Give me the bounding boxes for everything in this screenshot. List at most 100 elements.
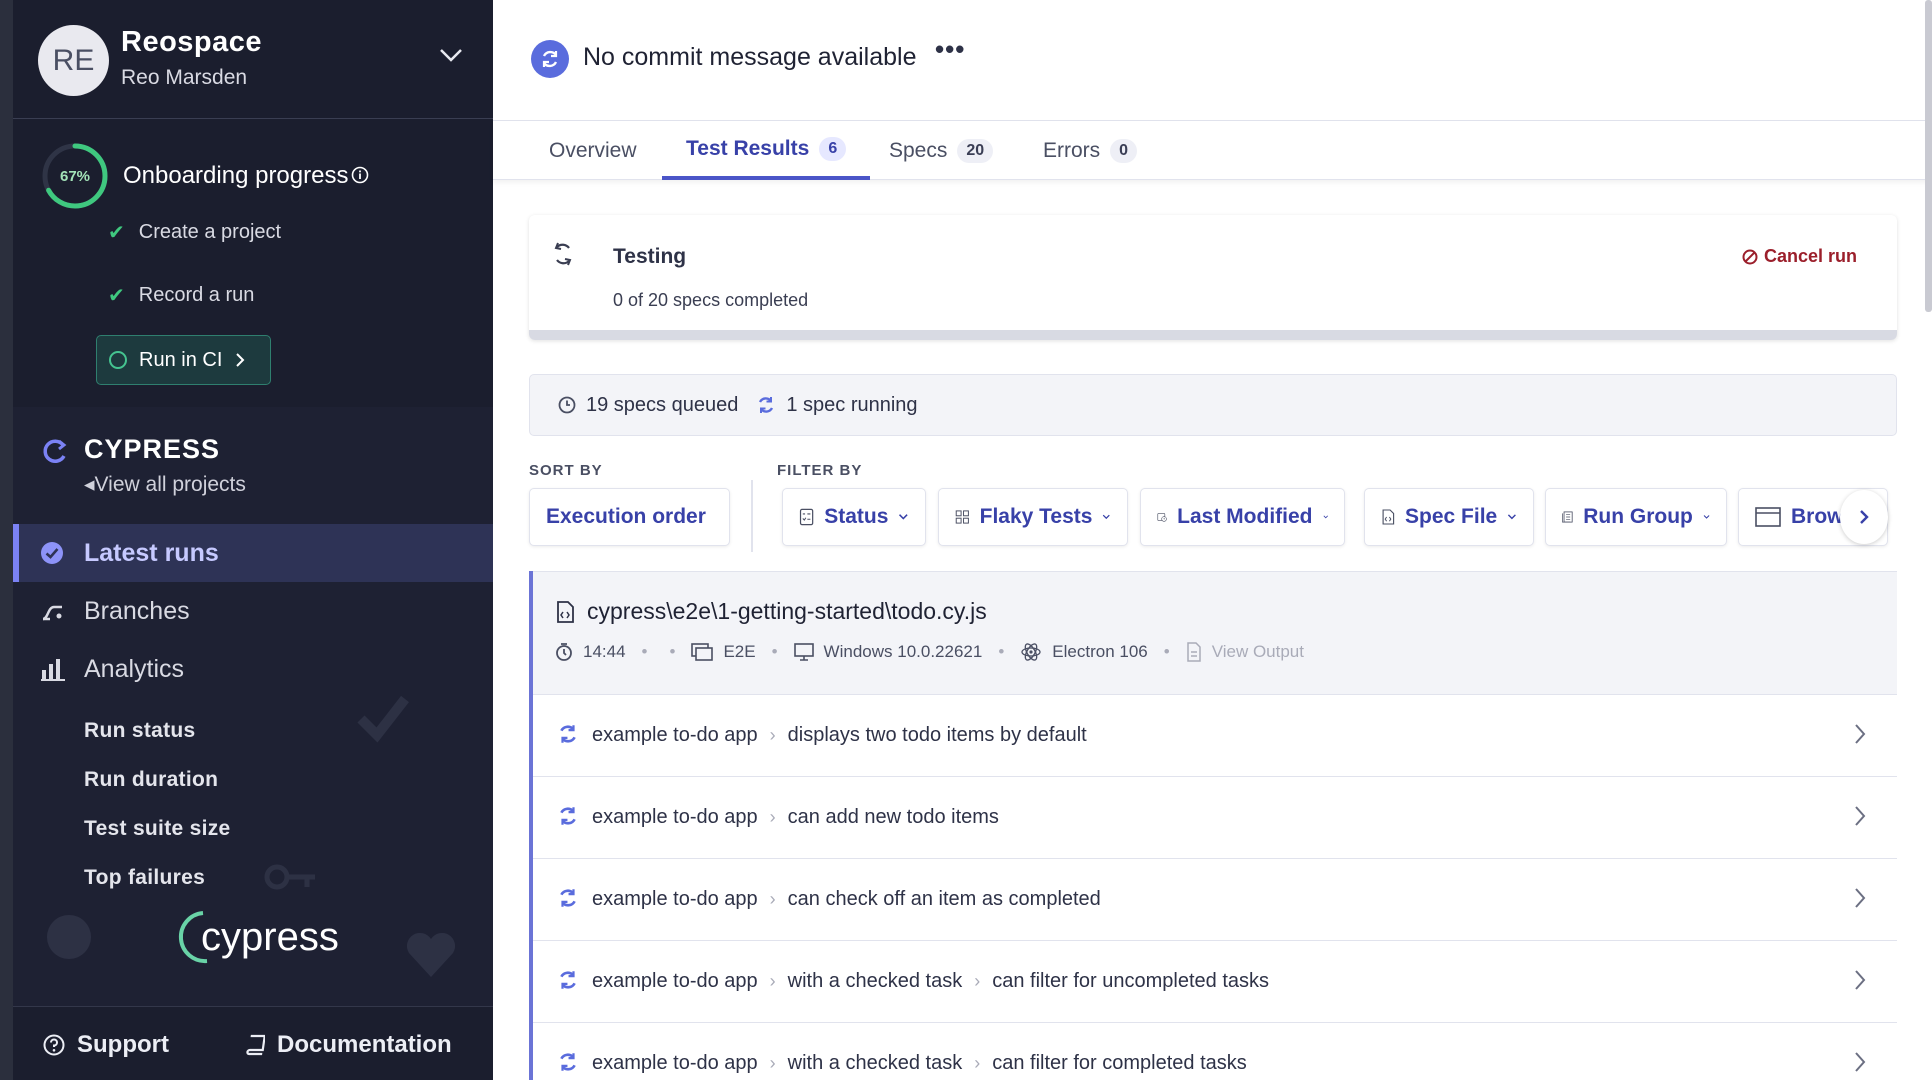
nav-run-status[interactable]: Run status bbox=[84, 719, 196, 743]
filter-run-group[interactable]: Run Group bbox=[1545, 488, 1727, 546]
run-group-icon bbox=[1562, 511, 1573, 523]
clock-icon bbox=[558, 396, 576, 414]
view-output-link[interactable]: View Output bbox=[1212, 642, 1304, 662]
filter-divider bbox=[751, 480, 753, 552]
branch-icon bbox=[42, 605, 62, 621]
test-suite-name: example to-do app bbox=[592, 888, 758, 910]
chevron-right-icon[interactable] bbox=[1853, 886, 1867, 910]
status-progress-band bbox=[529, 330, 1897, 340]
cancel-run-button[interactable]: Cancel run bbox=[1742, 246, 1857, 267]
nav-branches[interactable]: Branches bbox=[13, 582, 493, 640]
circle-icon bbox=[109, 351, 127, 369]
documentation-label: Documentation bbox=[277, 1031, 452, 1058]
test-row[interactable]: example to-do app › with a checked task … bbox=[533, 1023, 1897, 1080]
chevron-right-icon[interactable] bbox=[1853, 1050, 1867, 1074]
tab-overview[interactable]: Overview bbox=[525, 121, 661, 180]
info-icon[interactable] bbox=[351, 166, 369, 184]
spec-group: cypress\e2e\1-getting-started\todo.cy.js… bbox=[529, 571, 1897, 1080]
nav-run-duration[interactable]: Run duration bbox=[84, 768, 218, 792]
specs-running: 1 spec running bbox=[756, 394, 918, 417]
status-filter-icon bbox=[799, 508, 814, 526]
run-tabs: Overview Test Results 6 Specs 20 Errors … bbox=[493, 121, 1932, 180]
chevron-down-icon bbox=[899, 514, 909, 520]
meta-separator: • bbox=[669, 642, 676, 661]
more-options-button[interactable]: ••• bbox=[935, 34, 965, 65]
filters-scroll-right-button[interactable] bbox=[1840, 490, 1888, 544]
chevron-right-icon: › bbox=[769, 889, 776, 909]
test-breadcrumb: example to-do app › can check off an ite… bbox=[592, 888, 1101, 911]
key-decoration-icon bbox=[264, 864, 315, 890]
heart-decoration-icon bbox=[406, 932, 456, 977]
flaky-icon bbox=[955, 510, 969, 524]
filter-status[interactable]: Status bbox=[782, 488, 926, 546]
test-row[interactable]: example to-do app › with a checked task … bbox=[533, 941, 1897, 1023]
caret-left-icon: ◂ bbox=[84, 473, 95, 496]
spec-browser: Electron 106 bbox=[1052, 642, 1148, 661]
chevron-right-icon[interactable] bbox=[1853, 968, 1867, 992]
meta-separator: • bbox=[771, 642, 778, 661]
progress-percent: 67% bbox=[59, 167, 91, 185]
test-row[interactable]: example to-do app › can add new todo ite… bbox=[533, 777, 1897, 859]
chevron-right-icon: › bbox=[769, 725, 776, 745]
org-name: Reospace bbox=[121, 26, 263, 58]
test-row[interactable]: example to-do app › can check off an ite… bbox=[533, 859, 1897, 941]
chevron-right-icon bbox=[1860, 510, 1869, 524]
check-icon: ✔ bbox=[108, 222, 125, 244]
test-row[interactable]: example to-do app › displays two todo it… bbox=[533, 695, 1897, 777]
running-status-icon bbox=[531, 40, 569, 78]
calendar-clock-icon bbox=[1157, 513, 1167, 522]
file-code-icon bbox=[1382, 509, 1395, 525]
run-header: No commit message available ••• bbox=[493, 0, 1932, 121]
run-in-ci-button[interactable]: Run in CI bbox=[96, 335, 271, 385]
org-switcher[interactable]: RE Reospace Reo Marsden bbox=[13, 0, 493, 119]
running-icon bbox=[560, 971, 576, 989]
chevron-right-icon[interactable] bbox=[1853, 722, 1867, 746]
test-breadcrumb: example to-do app › with a checked task … bbox=[592, 970, 1269, 993]
sort-dropdown[interactable]: Execution order bbox=[529, 488, 730, 546]
nav-latest-runs[interactable]: Latest runs bbox=[13, 524, 493, 582]
chevron-right-icon[interactable] bbox=[1853, 804, 1867, 828]
onboarding-item-create-project: ✔ Create a project bbox=[108, 220, 281, 245]
nav-analytics[interactable]: Analytics bbox=[13, 640, 493, 698]
check-circle-icon bbox=[41, 542, 63, 564]
electron-icon bbox=[1021, 643, 1041, 661]
sort-value: Execution order bbox=[546, 505, 706, 528]
test-suite-name: example to-do app bbox=[592, 970, 758, 992]
status-subtitle: 0 of 20 specs completed bbox=[613, 290, 809, 310]
tab-specs[interactable]: Specs 20 bbox=[865, 121, 1017, 180]
documentation-link[interactable]: Documentation bbox=[243, 1031, 452, 1059]
run-in-ci-label: Run in CI bbox=[139, 348, 223, 371]
test-name: displays two todo items by default bbox=[787, 724, 1087, 746]
chevron-down-icon[interactable] bbox=[438, 46, 464, 64]
page-scrollbar[interactable] bbox=[1925, 0, 1932, 312]
run-title: No commit message available bbox=[583, 43, 917, 71]
running-icon bbox=[759, 397, 774, 413]
filter-last-modified[interactable]: Last Modified bbox=[1140, 488, 1345, 546]
chevron-right-icon bbox=[236, 353, 245, 367]
check-icon: ✔ bbox=[108, 285, 125, 307]
chevron-down-icon bbox=[1508, 514, 1517, 520]
tab-label: Errors bbox=[1043, 138, 1101, 162]
view-all-projects-link[interactable]: ◂View all projects bbox=[84, 472, 246, 497]
spec-header: cypress\e2e\1-getting-started\todo.cy.js… bbox=[533, 571, 1897, 695]
test-breadcrumb: example to-do app › with a checked task … bbox=[592, 1052, 1247, 1075]
support-label: Support bbox=[77, 1031, 169, 1058]
filter-flaky-tests[interactable]: Flaky Tests bbox=[938, 488, 1128, 546]
nav-top-failures[interactable]: Top failures bbox=[84, 866, 205, 890]
running-icon bbox=[560, 807, 576, 825]
filter-label: Spec File bbox=[1405, 505, 1498, 528]
view-all-projects-label: View all projects bbox=[94, 473, 246, 496]
nav-test-suite-size[interactable]: Test suite size bbox=[84, 817, 231, 841]
test-suite-name: example to-do app bbox=[592, 724, 758, 746]
onboarding-title: Onboarding progress bbox=[123, 162, 349, 189]
support-link[interactable]: Support bbox=[43, 1031, 169, 1059]
tab-label: Test Results bbox=[686, 136, 810, 160]
tab-errors[interactable]: Errors 0 bbox=[1019, 121, 1161, 180]
chevron-down-icon bbox=[1103, 514, 1111, 520]
running-icon bbox=[560, 889, 576, 907]
filter-spec-file[interactable]: Spec File bbox=[1364, 488, 1534, 546]
tab-label: Specs bbox=[889, 138, 948, 162]
chevron-right-icon: › bbox=[974, 971, 981, 991]
window-edge bbox=[0, 0, 13, 1080]
tab-test-results[interactable]: Test Results 6 bbox=[662, 121, 871, 180]
